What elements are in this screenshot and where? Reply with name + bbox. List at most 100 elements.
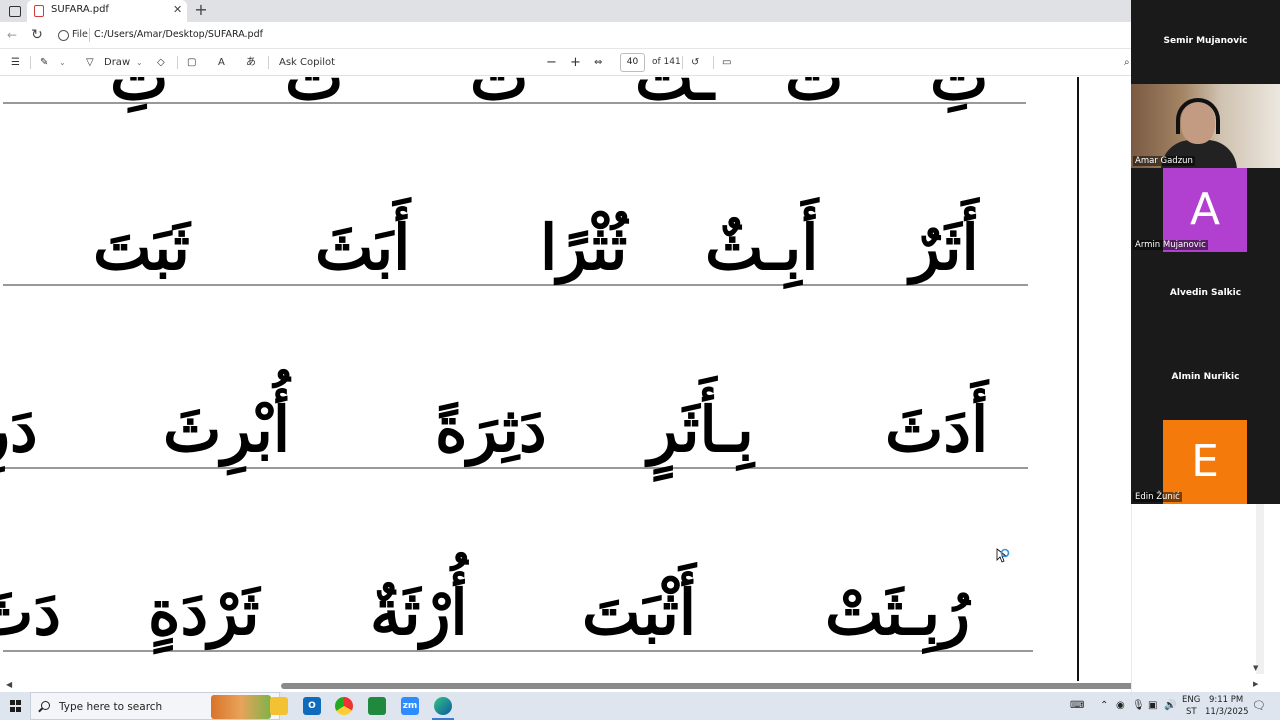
fit-page-icon[interactable]: ⇔ <box>594 54 602 71</box>
draw-icon[interactable]: ▽ <box>86 54 94 71</box>
taskbar-search-input[interactable]: Type here to search <box>30 692 280 720</box>
chrome-icon[interactable] <box>335 697 353 715</box>
language-sub-indicator[interactable]: ST <box>1186 707 1197 717</box>
green-app-icon[interactable] <box>368 697 386 715</box>
translate-icon[interactable]: あ <box>246 54 256 71</box>
zoom-out-button[interactable]: − <box>546 54 557 71</box>
file-explorer-icon[interactable] <box>270 697 288 715</box>
workspaces-icon[interactable] <box>6 3 22 19</box>
search-highlight-image[interactable] <box>211 695 271 719</box>
url-divider <box>89 28 90 42</box>
participant-tile[interactable]: Semir Mujanovic <box>1131 0 1280 84</box>
participant-name: Almin Nurikic <box>1171 372 1240 382</box>
url-text: C:/Users/Amar/Desktop/SUFARA.pdf <box>94 29 263 40</box>
search-placeholder: Type here to search <box>59 701 163 713</box>
participant-name: Alvedin Salkic <box>1169 288 1242 298</box>
zoom-in-button[interactable]: + <box>570 54 581 71</box>
chevron-down-icon[interactable]: ⌄ <box>59 54 66 71</box>
arabic-word: دَثِرَةً <box>435 393 547 466</box>
toolbar-divider <box>682 56 683 69</box>
participant-name-tag: Armin Mujanovic <box>1133 240 1208 250</box>
rotate-icon[interactable]: ↺ <box>691 54 699 71</box>
microphone-icon[interactable]: 🎙 <box>1132 700 1145 711</box>
page-number-input[interactable]: 40 <box>620 53 645 72</box>
notification-icon[interactable]: 🗨 <box>1252 699 1266 712</box>
windows-start-icon[interactable] <box>10 700 22 712</box>
arabic-word: تِ <box>930 77 989 114</box>
arabic-word: أَدَثَ <box>885 393 989 466</box>
eraser-icon[interactable]: ◇ <box>157 54 165 71</box>
monitor-icon[interactable]: ▣ <box>1148 700 1157 711</box>
arabic-word: ثَرْدَةٍ <box>148 576 260 649</box>
participant-name-tag: Edin Žunić <box>1133 492 1182 502</box>
text-box-icon[interactable]: ▢ <box>187 54 196 71</box>
horizontal-scroll-thumb[interactable] <box>281 683 1131 689</box>
toolbar-divider <box>177 56 178 69</box>
arabic-word: ثَبَتَ <box>93 211 190 284</box>
info-icon[interactable] <box>58 30 69 41</box>
clock-time[interactable]: 9:11 PM <box>1209 695 1243 705</box>
scroll-down-icon[interactable]: ▼ <box>1253 664 1258 672</box>
zoom-icon[interactable]: zm <box>401 697 419 715</box>
row-baseline <box>3 284 1028 286</box>
participant-tile[interactable]: A Armin Mujanovic <box>1131 168 1280 252</box>
ask-copilot-button[interactable]: Ask Copilot <box>279 54 335 71</box>
pdf-toolbar: ☰ ✎ ⌄ ▽ Draw ⌄ ◇ ▢ A あ Ask Copilot − + ⇔… <box>0 49 1131 76</box>
tab-sufara-pdf[interactable]: SUFARA.pdf ✕ <box>27 0 187 22</box>
arabic-word: بِـأَثَرٍ <box>648 393 754 466</box>
arabic-word: تُ <box>285 77 344 114</box>
participant-tile[interactable]: Alvedin Salkic <box>1131 252 1280 336</box>
scroll-left-icon[interactable]: ◀ <box>6 680 12 689</box>
new-tab-button[interactable]: + <box>193 0 209 20</box>
pdf-document-view[interactable]: تِ تَ ـتَ تُ تُ تِ أَثَرٌ أَبِـثٌ ثُثْرً… <box>0 77 1131 681</box>
keyboard-icon[interactable]: ⌨ <box>1070 700 1084 711</box>
headset-icon <box>1176 98 1220 134</box>
scroll-right-icon[interactable]: ▶ <box>1253 680 1258 688</box>
address-bar: ← ↻ File C:/Users/Amar/Desktop/SUFARA.pd… <box>0 22 1131 49</box>
participant-tile[interactable]: E Edin Žunić <box>1131 420 1280 504</box>
participant-tile[interactable]: Almin Nurikic <box>1131 336 1280 420</box>
participant-name-tag: Amar Gadzun <box>1133 156 1195 166</box>
arabic-word: تُ <box>470 77 529 114</box>
toolbar-divider <box>268 56 269 69</box>
chevron-up-icon[interactable]: ⌃ <box>1100 700 1108 711</box>
vertical-scrollbar[interactable] <box>1256 504 1264 674</box>
reload-icon[interactable]: ↻ <box>29 27 45 43</box>
arabic-word: ثُثْرًا <box>540 211 628 284</box>
arabic-word: تَ <box>785 77 844 114</box>
url-field[interactable]: File C:/Users/Amar/Desktop/SUFARA.pdf <box>52 25 1127 46</box>
highlight-icon[interactable]: ✎ <box>40 54 48 71</box>
meeting-participants-panel: Semir Mujanovic Amar Gadzun A Armin Muja… <box>1131 0 1280 504</box>
page-view-icon[interactable]: ▭ <box>722 54 731 71</box>
mouse-cursor-icon <box>996 548 1010 563</box>
browser-window: SUFARA.pdf ✕ + ← ↻ File C:/Users/Amar/De… <box>0 0 1131 692</box>
arabic-word: أَبِـثٌ <box>705 211 819 284</box>
toolbar-divider <box>713 56 714 69</box>
participant-video-tile[interactable]: Amar Gadzun <box>1131 84 1280 168</box>
search-icon <box>41 701 50 710</box>
arabic-word: ـتَ <box>635 77 715 114</box>
edge-icon[interactable] <box>434 697 452 715</box>
language-indicator[interactable]: ENG <box>1182 695 1200 705</box>
tab-title: SUFARA.pdf <box>51 4 109 15</box>
chevron-down-icon[interactable]: ⌄ <box>136 54 143 71</box>
row-baseline <box>3 650 1033 652</box>
search-icon[interactable]: ⌕ <box>1124 54 1130 71</box>
read-aloud-icon[interactable]: A <box>218 54 225 71</box>
arabic-word: أُرْثَةٌ <box>370 576 468 649</box>
participant-name: Semir Mujanovic <box>1163 36 1248 46</box>
close-tab-icon[interactable]: ✕ <box>173 3 182 16</box>
arabic-word: دَثَ <box>0 576 61 649</box>
arabic-word: تِ <box>110 77 169 114</box>
outlook-icon[interactable]: O <box>303 697 321 715</box>
pdf-icon <box>34 5 44 17</box>
contents-icon[interactable]: ☰ <box>11 54 20 71</box>
document-margin-strip: ▼ ▶ <box>1131 504 1280 692</box>
network-icon[interactable]: ◉ <box>1116 700 1125 711</box>
back-icon[interactable]: ← <box>4 27 20 43</box>
taskbar: Type here to search O zm ⌨ ⌃ ◉ 🎙 ▣ 🔊 ENG… <box>0 692 1280 720</box>
volume-icon[interactable]: 🔊 <box>1164 700 1176 711</box>
clock-date[interactable]: 11/3/2025 <box>1205 707 1249 717</box>
arabic-word: دَرِ <box>0 393 38 466</box>
draw-button[interactable]: Draw <box>104 54 130 71</box>
